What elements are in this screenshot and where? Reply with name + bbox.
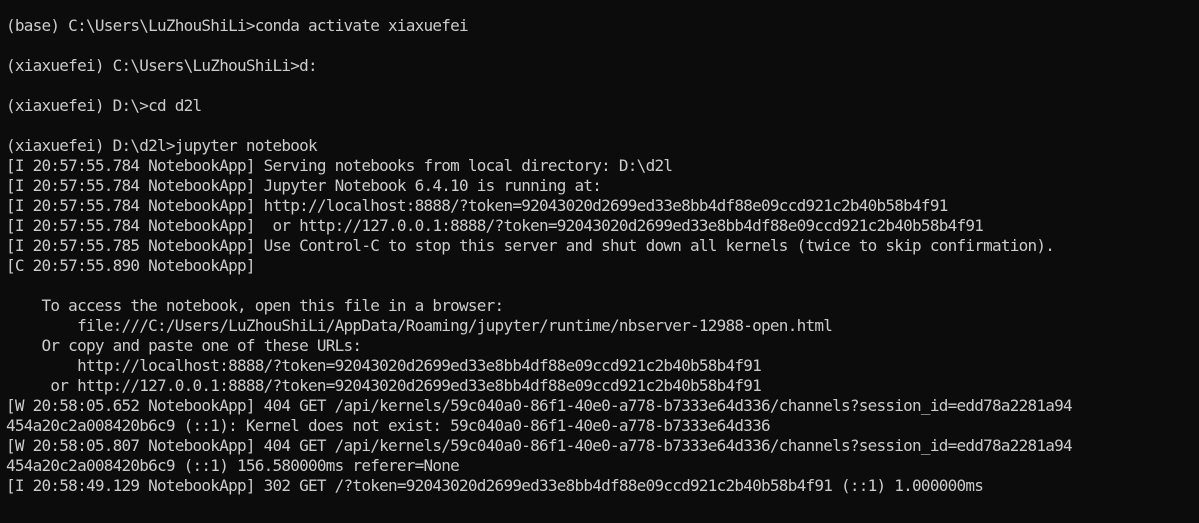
terminal-window[interactable]: (base) C:\Users\LuZhouShiLi>conda activa… [0,0,1199,523]
terminal-line-1: (base) C:\Users\LuZhouShiLi>conda activa… [6,16,469,35]
terminal-line-21: 454a20c2a008420b6c9 (::1): Kernel does n… [6,416,771,435]
terminal-line-7: (xiaxuefei) D:\d2l>jupyter notebook [6,136,318,155]
terminal-line-4 [6,76,1199,96]
terminal-line-17: Or copy and paste one of these URLs: [6,336,363,355]
terminal-line-22: [W 20:58:05.807 NotebookApp] 404 GET /ap… [6,436,1073,455]
terminal-line-9: [I 20:57:55.784 NotebookApp] Jupyter Not… [6,176,602,195]
terminal-line-14 [6,276,1199,296]
terminal-line-23: 454a20c2a008420b6c9 (::1) 156.580000ms r… [6,456,460,475]
terminal-line-18: http://localhost:8888/?token=92043020d26… [6,356,762,375]
terminal-line-16: file:///C:/Users/LuZhouShiLi/AppData/Roa… [6,316,833,335]
terminal-line-13: [C 20:57:55.890 NotebookApp] [6,256,255,275]
terminal-line-15: To access the notebook, open this file i… [6,296,505,315]
terminal-line-20: [W 20:58:05.652 NotebookApp] 404 GET /ap… [6,396,1073,415]
terminal-line-19: or http://127.0.0.1:8888/?token=92043020… [6,376,762,395]
terminal-line-8: [I 20:57:55.784 NotebookApp] Serving not… [6,156,673,175]
terminal-line-24: [I 20:58:49.129 NotebookApp] 302 GET /?t… [6,476,984,495]
terminal-line-3: (xiaxuefei) C:\Users\LuZhouShiLi>d: [6,56,318,75]
terminal-line-6 [6,116,1199,136]
terminal-line-2 [6,36,1199,56]
terminal-line-12: [I 20:57:55.785 NotebookApp] Use Control… [6,236,1055,255]
terminal-line-5: (xiaxuefei) D:\>cd d2l [6,96,202,115]
terminal-line-10: [I 20:57:55.784 NotebookApp] http://loca… [6,196,948,215]
terminal-line-11: [I 20:57:55.784 NotebookApp] or http://1… [6,216,984,235]
